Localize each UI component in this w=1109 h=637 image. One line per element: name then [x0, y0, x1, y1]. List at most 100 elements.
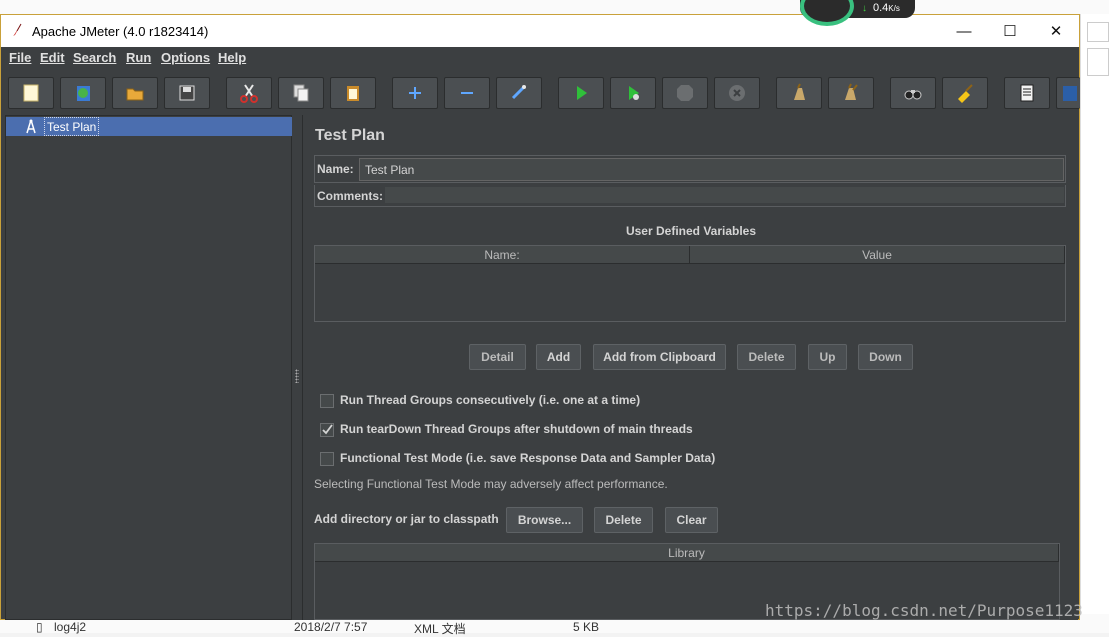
test-plan-tree: Test Plan — [5, 115, 292, 620]
background-control — [1087, 48, 1109, 76]
add-button[interactable]: Add — [536, 344, 581, 370]
stop-button[interactable] — [662, 77, 708, 109]
udv-column-value[interactable]: Value — [690, 246, 1065, 264]
udv-column-name[interactable]: Name: — [315, 246, 690, 264]
start-no-pauses-button[interactable] — [610, 77, 656, 109]
name-input[interactable] — [359, 158, 1064, 181]
function-helper-button[interactable] — [1004, 77, 1050, 109]
library-column[interactable]: Library — [315, 544, 1059, 562]
menu-options[interactable]: Options — [161, 50, 210, 65]
comments-row: Comments: — [314, 185, 1066, 207]
new-icon — [23, 84, 39, 102]
toggle-button[interactable] — [496, 77, 542, 109]
down-button[interactable]: Down — [858, 344, 913, 370]
menu-run[interactable]: Run — [126, 50, 151, 65]
open-icon — [126, 88, 144, 101]
paste-button[interactable] — [330, 77, 376, 109]
copy-button[interactable] — [278, 77, 324, 109]
run-consecutively-checkbox[interactable] — [320, 394, 334, 408]
new-button[interactable] — [8, 77, 54, 109]
clear-icon — [794, 83, 805, 100]
jmeter-feather-icon — [13, 23, 22, 36]
menu-help[interactable]: Help — [218, 50, 246, 65]
test-plan-panel: Test Plan Name: Comments: User Defined V… — [302, 115, 1078, 620]
copy-icon — [293, 84, 309, 102]
delete-variable-button[interactable]: Delete — [737, 344, 796, 370]
reset-search-button[interactable] — [942, 77, 988, 109]
background-file-date: 2018/2/7 7:57 — [294, 620, 368, 634]
help-icon — [1062, 86, 1077, 101]
open-button[interactable] — [112, 77, 158, 109]
templates-icon — [77, 86, 90, 101]
speed-unit: K/s — [888, 4, 900, 13]
toolbar — [1, 69, 1080, 115]
shutdown-icon — [729, 85, 745, 101]
menu-edit[interactable]: Edit — [40, 50, 65, 65]
search-button[interactable] — [890, 77, 936, 109]
save-icon — [179, 85, 195, 101]
clear-all-icon — [845, 83, 858, 100]
cut-icon — [240, 84, 258, 103]
teardown-label: Run tearDown Thread Groups after shutdow… — [340, 422, 693, 436]
add-from-clipboard-button[interactable]: Add from Clipboard — [593, 344, 726, 370]
speed-value: 0.4 — [873, 2, 889, 14]
checkmark-icon — [322, 424, 333, 435]
browse-button[interactable]: Browse... — [506, 507, 583, 533]
close-button[interactable]: ✕ — [1033, 15, 1079, 47]
udv-title: User Defined Variables — [625, 224, 757, 238]
split-pane-divider[interactable] — [292, 115, 302, 620]
expand-all-button[interactable] — [392, 77, 438, 109]
functional-mode-label: Functional Test Mode (i.e. save Response… — [340, 451, 716, 465]
download-arrow-icon: ↓ — [862, 3, 867, 14]
clear-all-button[interactable] — [828, 77, 874, 109]
title-bar: Apache JMeter (4.0 r1823414) — ☐ ✕ — [1, 15, 1079, 47]
up-button[interactable]: Up — [808, 344, 847, 370]
tree-node-label: Test Plan — [44, 117, 100, 136]
menu-file[interactable]: File — [9, 50, 31, 65]
background-file-size: 5 KB — [573, 620, 600, 634]
start-icon — [577, 86, 587, 100]
menu-search[interactable]: Search — [73, 50, 116, 65]
classpath-label: Add directory or jar to classpath — [314, 512, 499, 526]
function-helper-icon — [1020, 84, 1034, 102]
templates-button[interactable] — [60, 77, 106, 109]
paste-icon — [347, 86, 359, 101]
start-no-pause-icon — [629, 86, 639, 100]
shutdown-button[interactable] — [714, 77, 760, 109]
stop-icon — [677, 85, 693, 101]
start-button[interactable] — [558, 77, 604, 109]
network-speed-widget: ↓ 0.4K/s — [800, 0, 915, 26]
collapse-icon — [461, 92, 473, 94]
background-file-name: log4j2 — [54, 620, 87, 634]
functional-mode-note: Selecting Functional Test Mode may adver… — [314, 477, 668, 491]
teardown-checkbox[interactable] — [320, 423, 334, 437]
background-file-row: ▯ log4j2 2018/2/7 7:57 XML 文档 5 KB — [36, 620, 736, 636]
reset-search-icon — [958, 84, 973, 103]
delete-classpath-button[interactable]: Delete — [594, 507, 653, 533]
network-speed: ↓ 0.4K/s — [862, 2, 900, 14]
comments-label: Comments: — [317, 189, 384, 203]
cut-button[interactable] — [226, 77, 272, 109]
clear-classpath-button[interactable]: Clear — [665, 507, 718, 533]
save-button[interactable] — [164, 77, 210, 109]
window-title: Apache JMeter (4.0 r1823414) — [32, 24, 209, 39]
tree-node-test-plan[interactable]: Test Plan — [6, 117, 292, 136]
menu-bar: File Edit Search Run Options Help — [1, 47, 1079, 69]
clear-button[interactable] — [776, 77, 822, 109]
collapse-all-button[interactable] — [444, 77, 490, 109]
watermark: https://blog.csdn.net/Purpose1123 — [765, 601, 1083, 620]
udv-table[interactable]: Name: Value — [314, 245, 1066, 322]
help-button[interactable] — [1056, 77, 1080, 109]
jmeter-window: Apache JMeter (4.0 r1823414) — ☐ ✕ File … — [0, 14, 1080, 620]
background-file-type: XML 文档 — [414, 622, 466, 636]
detail-button[interactable]: Detail — [469, 344, 526, 370]
test-plan-icon — [26, 119, 36, 134]
name-label: Name: — [317, 162, 354, 176]
panel-title: Test Plan — [315, 127, 385, 144]
background-control — [1087, 22, 1109, 42]
comments-field[interactable] — [385, 187, 1064, 203]
functional-mode-checkbox[interactable] — [320, 452, 334, 466]
minimize-button[interactable]: — — [941, 15, 987, 47]
maximize-button[interactable]: ☐ — [987, 15, 1033, 47]
file-icon: ▯ — [36, 620, 43, 634]
